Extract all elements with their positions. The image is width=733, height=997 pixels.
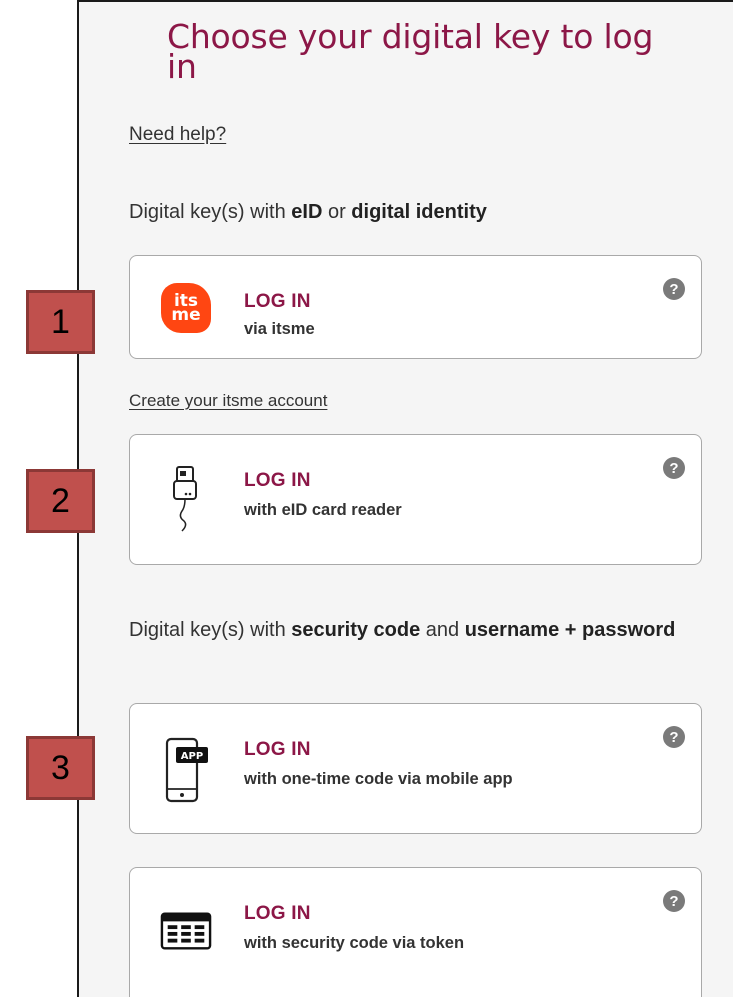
option-subtitle: with eID card reader [244, 501, 402, 519]
option-subtitle: with security code via token [244, 934, 465, 952]
login-option-token[interactable]: LOG IN with security code via token ? [129, 867, 702, 997]
login-option-mobile-app[interactable]: APP LOG IN with one-time code via mobile… [129, 703, 702, 834]
option-title: LOG IN [244, 470, 311, 491]
question-mark-icon[interactable]: ? [663, 890, 685, 912]
login-panel: Choose your digital key to log in Need h… [77, 0, 733, 997]
login-option-itsme[interactable]: its me LOG IN via itsme ? [129, 255, 702, 359]
question-mark-icon[interactable]: ? [663, 726, 685, 748]
need-help-link[interactable]: Need help? [129, 124, 226, 146]
option-title: LOG IN [244, 903, 311, 924]
option-subtitle: with one-time code via mobile app [244, 770, 513, 788]
question-mark-icon[interactable]: ? [663, 457, 685, 479]
section-heading-eid: Digital key(s) with eID or digital ident… [129, 201, 487, 223]
create-itsme-account-link[interactable]: Create your itsme account [129, 391, 327, 411]
annotation-marker-3: 3 [26, 736, 95, 800]
login-option-eid-card-reader[interactable]: LOG IN with eID card reader ? [129, 434, 702, 565]
option-title: LOG IN [244, 291, 311, 312]
annotation-marker-2: 2 [26, 469, 95, 533]
page-title: Choose your digital key to log in [167, 17, 654, 86]
app-badge-label: APP [181, 751, 203, 762]
token-icon [160, 906, 212, 956]
question-mark-icon[interactable]: ? [663, 278, 685, 300]
option-title: LOG IN [244, 739, 311, 760]
section-heading-security-code: Digital key(s) with security code and us… [129, 619, 676, 641]
card-reader-icon [160, 465, 212, 535]
annotation-marker-1: 1 [26, 290, 95, 354]
itsme-logo-icon: its me [160, 282, 212, 334]
mobile-app-icon: APP [160, 732, 212, 806]
option-subtitle: via itsme [244, 320, 315, 338]
